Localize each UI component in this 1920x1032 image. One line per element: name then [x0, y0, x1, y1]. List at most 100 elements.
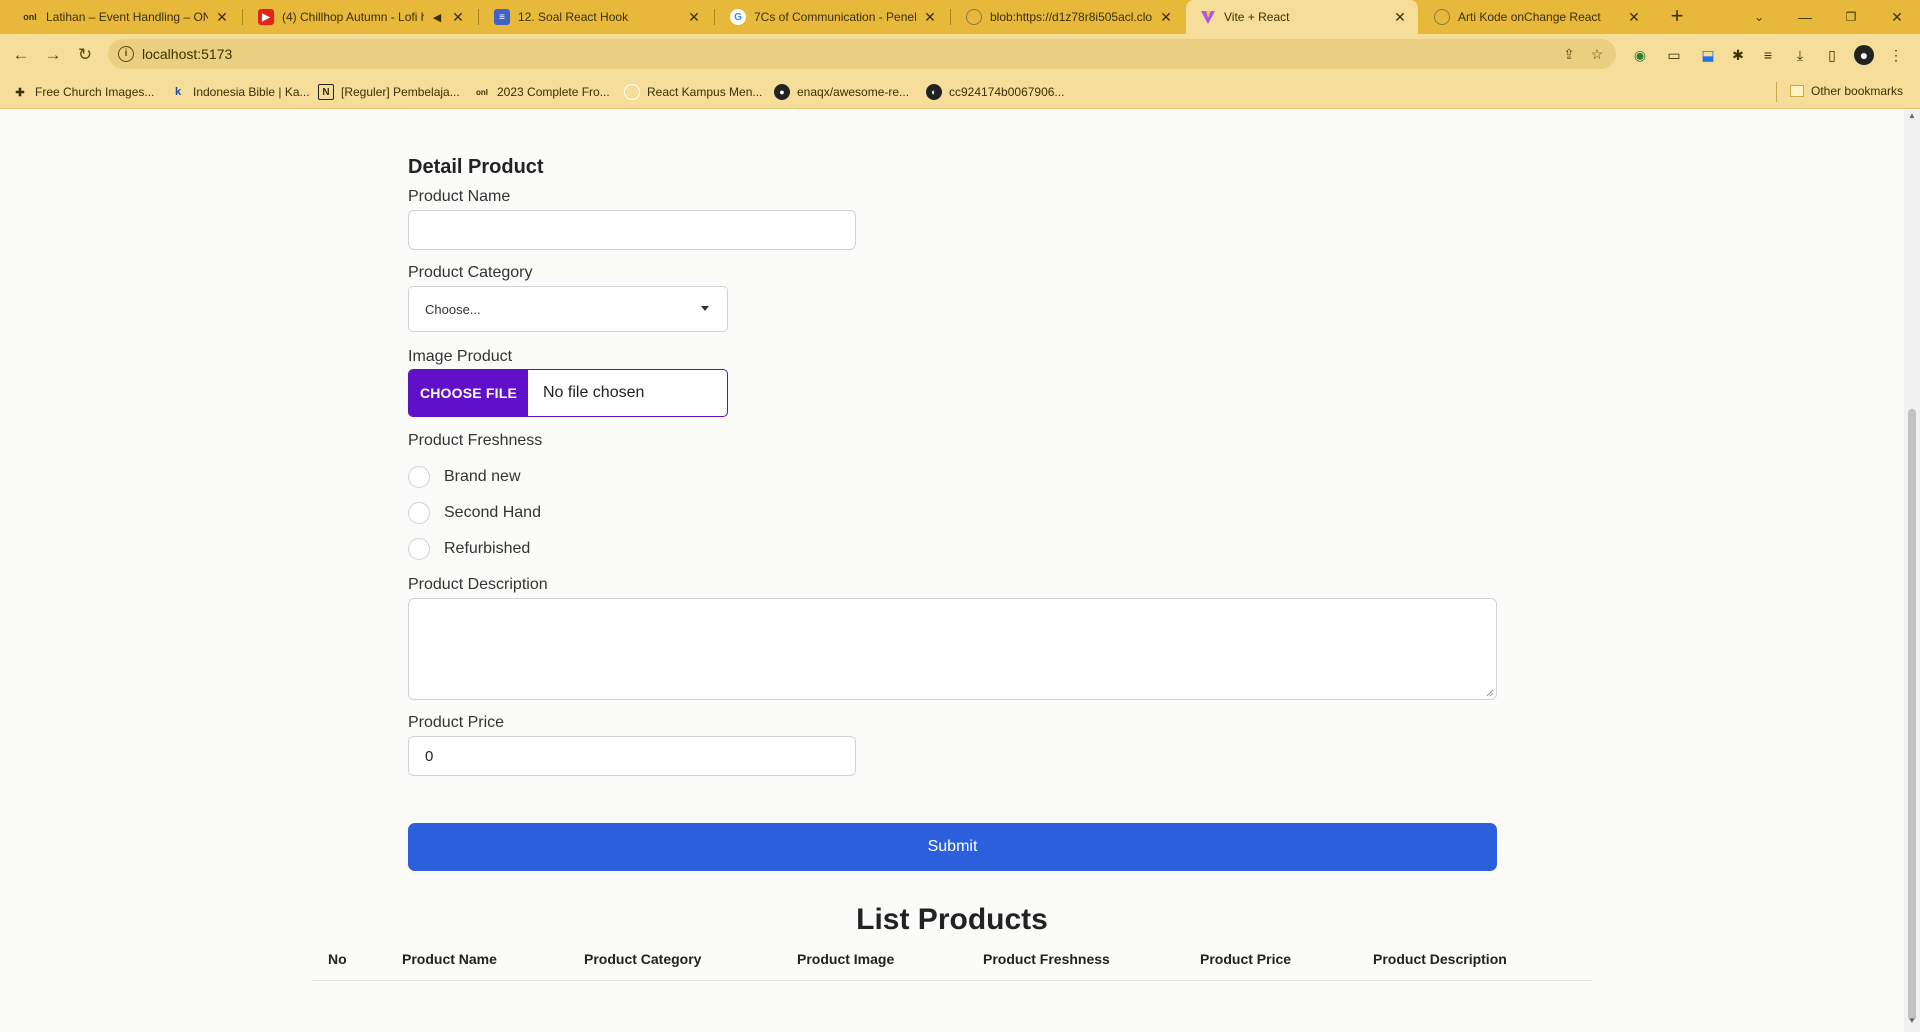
radio-brand-new[interactable]: Brand new	[408, 466, 521, 488]
bookmark-item[interactable]: React Kampus Men...	[624, 84, 762, 100]
close-tab-icon[interactable]: ✕	[450, 9, 466, 26]
tab-separator	[242, 9, 243, 25]
bookmarks-divider	[1776, 82, 1777, 102]
other-bookmarks[interactable]: Other bookmarks	[1790, 84, 1903, 98]
product-name-label: Product Name	[408, 188, 511, 205]
tab-separator	[478, 9, 479, 25]
file-status-text: No file chosen	[543, 384, 645, 401]
bookmark-item[interactable]: k Indonesia Bible | Ka...	[170, 84, 310, 100]
minimize-button[interactable]: —	[1782, 0, 1828, 34]
page-content: Detail Product Product Name Product Cate…	[0, 109, 1904, 1032]
folder-icon	[1790, 85, 1804, 97]
product-price-input[interactable]: 0	[408, 736, 856, 776]
k-icon: k	[174, 86, 182, 98]
bookmark-item[interactable]: ✚ Free Church Images...	[12, 84, 154, 100]
forward-button[interactable]: →	[42, 44, 64, 66]
close-window-button[interactable]: ✕	[1874, 0, 1920, 34]
notion-icon: N	[318, 84, 334, 100]
product-description-textarea[interactable]	[408, 598, 1497, 700]
product-freshness-label: Product Freshness	[408, 432, 543, 449]
scroll-thumb[interactable]	[1908, 409, 1916, 1021]
column-header: Product Name	[402, 951, 497, 967]
close-tab-icon[interactable]: ✕	[1392, 9, 1408, 26]
back-button[interactable]: ←	[10, 44, 32, 66]
list-title: List Products	[856, 903, 1048, 936]
product-category-select[interactable]: Choose...	[408, 286, 728, 332]
bookmark-star-icon[interactable]: ☆	[1588, 45, 1606, 63]
bookmark-item[interactable]: N [Reguler] Pembelaja...	[318, 84, 460, 100]
address-bar[interactable]: i localhost:5173 ⇪ ☆	[108, 39, 1616, 69]
vite-icon	[1200, 9, 1216, 25]
bookmark-item[interactable]: onl 2023 Complete Fro...	[474, 84, 610, 100]
product-category-selected: Choose...	[425, 301, 481, 317]
bookmark-item[interactable]: ● enaqx/awesome-re...	[774, 84, 909, 100]
close-tab-icon[interactable]: ✕	[214, 9, 230, 26]
radio-button[interactable]	[408, 466, 430, 488]
page-scrollbar[interactable]: ▲ ▼	[1904, 109, 1920, 1032]
tab-7cs-communication[interactable]: G 7Cs of Communication - Penelu ✕	[716, 0, 948, 34]
form-title: Detail Product	[408, 156, 544, 178]
column-header: Product Description	[1373, 951, 1507, 967]
tab-soal-react-hook[interactable]: ≡ 12. Soal React Hook ✕	[480, 0, 712, 34]
column-header: Product Price	[1200, 951, 1292, 967]
submit-button[interactable]: Submit	[408, 823, 1497, 871]
media-queue-icon[interactable]: ≡	[1758, 45, 1778, 65]
globe-icon	[966, 9, 982, 25]
close-tab-icon[interactable]: ✕	[922, 9, 938, 26]
column-header: Product Image	[797, 951, 895, 967]
bookmark-item[interactable]: ◐ cc924174b0067906...	[926, 84, 1064, 100]
youtube-icon: ▶	[258, 9, 274, 25]
products-table-header: No Product Name Product Category Product…	[312, 951, 1592, 981]
extension-card-icon[interactable]: ▭	[1664, 45, 1684, 65]
radio-refurbished[interactable]: Refurbished	[408, 538, 530, 560]
menu-kebab-icon[interactable]: ⋮	[1886, 45, 1906, 65]
column-header: Product Freshness	[983, 951, 1110, 967]
church-icon: ✚	[15, 86, 25, 99]
close-tab-icon[interactable]: ✕	[1626, 9, 1642, 26]
profile-avatar-icon[interactable]: ●	[1854, 45, 1874, 65]
extensions-puzzle-icon[interactable]: ✱	[1728, 45, 1748, 65]
tab-search-icon[interactable]: ⌄	[1736, 0, 1782, 34]
scroll-up-arrow-icon[interactable]: ▲	[1904, 111, 1920, 125]
react-kampus-icon	[624, 84, 640, 100]
compass-icon: ◐	[926, 84, 942, 100]
tab-strip: onl Latihan – Event Handling – ONE ✕ ▶ (…	[0, 0, 1920, 34]
tab-blob[interactable]: blob:https://d1z78r8i505acl.clou ✕	[952, 0, 1184, 34]
tab-vite-react[interactable]: Vite + React ✕	[1186, 0, 1418, 34]
product-category-label: Product Category	[408, 264, 533, 281]
radio-button[interactable]	[408, 538, 430, 560]
tab-latihan[interactable]: onl Latihan – Event Handling – ONE ✕	[8, 0, 240, 34]
product-name-input[interactable]	[408, 210, 856, 250]
side-panel-icon[interactable]: ▯	[1822, 45, 1842, 65]
share-icon[interactable]: ⇪	[1560, 45, 1578, 63]
tab-chillhop[interactable]: ▶ (4) Chillhop Autumn - Lofi h ◀ ✕	[244, 0, 476, 34]
speaker-muted-icon[interactable]: ◀	[430, 11, 444, 24]
site-info-icon[interactable]: i	[118, 46, 134, 62]
radio-second-hand[interactable]: Second Hand	[408, 502, 541, 524]
close-tab-icon[interactable]: ✕	[686, 9, 702, 26]
choose-file-button[interactable]: CHOOSE FILE	[409, 370, 528, 416]
download-icon[interactable]: ⤓	[1790, 45, 1810, 65]
url-text: localhost:5173	[142, 46, 233, 62]
extension-translate-icon[interactable]: ⬓	[1698, 45, 1718, 65]
reload-button[interactable]: ↻	[74, 44, 96, 66]
resize-handle-icon[interactable]	[1486, 689, 1494, 697]
chevron-down-icon	[701, 306, 709, 311]
new-tab-button[interactable]: +	[1663, 4, 1691, 30]
onl-icon: onl	[23, 12, 37, 22]
product-price-label: Product Price	[408, 714, 505, 731]
tab-separator	[950, 9, 951, 25]
extension-globe-icon[interactable]: ◉	[1630, 45, 1650, 65]
tab-separator	[714, 9, 715, 25]
restore-button[interactable]: ❐	[1828, 0, 1874, 34]
document-icon: ≡	[494, 9, 510, 25]
image-file-input[interactable]: CHOOSE FILE No file chosen	[408, 369, 728, 417]
scroll-down-arrow-icon[interactable]: ▼	[1904, 1016, 1920, 1030]
onl-icon: onl	[476, 87, 488, 97]
column-header: No	[328, 951, 347, 967]
bookmarks-bar: ✚ Free Church Images... k Indonesia Bibl…	[0, 75, 1920, 109]
tab-arti-kode[interactable]: Arti Kode onChange React ✕	[1420, 0, 1652, 34]
radio-button[interactable]	[408, 502, 430, 524]
close-tab-icon[interactable]: ✕	[1158, 9, 1174, 26]
google-icon: G	[730, 9, 746, 25]
